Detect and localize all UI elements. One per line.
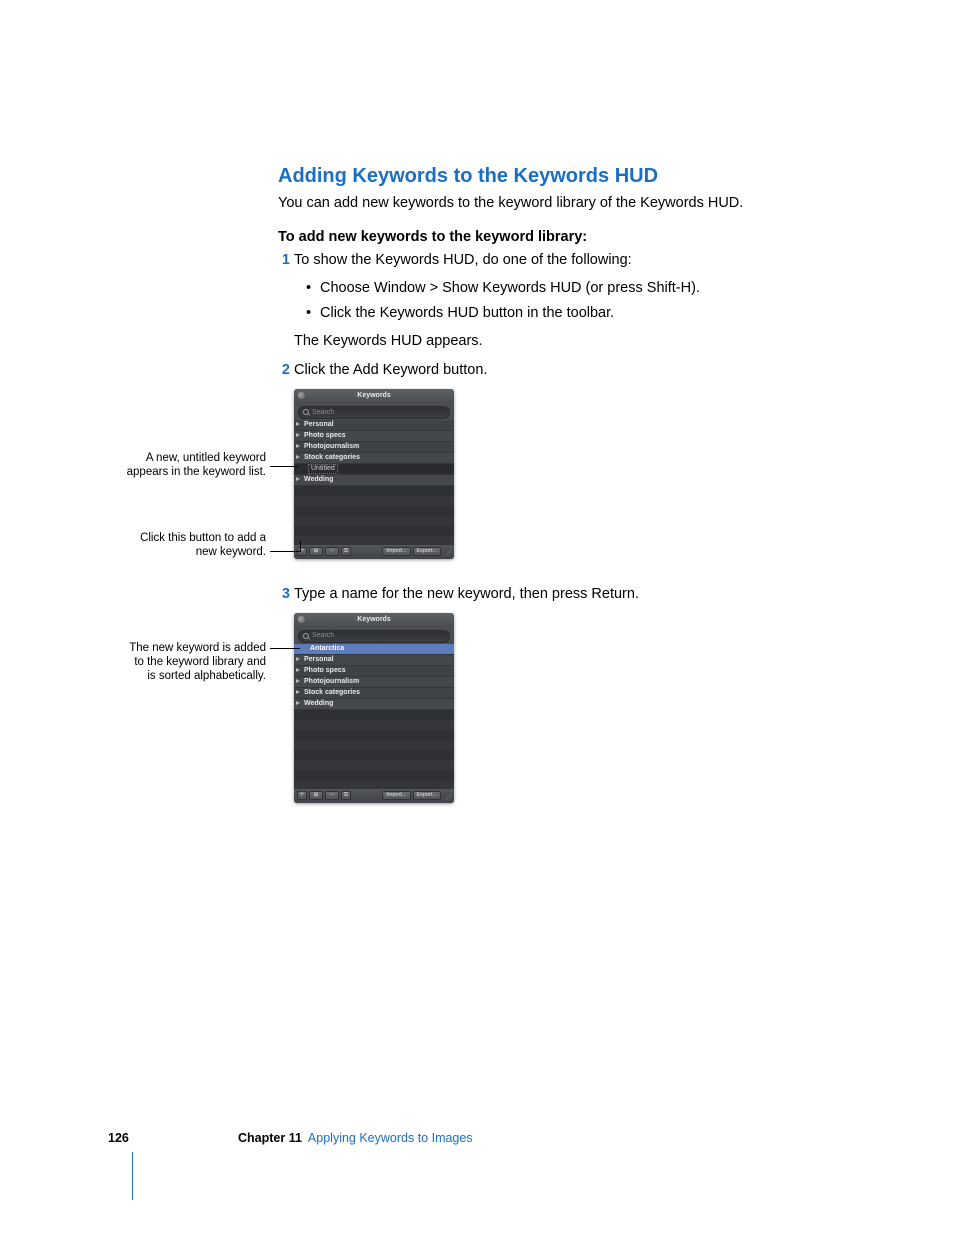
footer-rule (132, 1152, 133, 1200)
chapter-label: Chapter 11 (238, 1131, 302, 1145)
list-item[interactable]: Photo specs (294, 431, 454, 442)
search-icon (303, 633, 309, 639)
add-keyword-button[interactable]: ＋ (297, 791, 307, 800)
close-icon[interactable] (297, 391, 306, 400)
step-number: 3 (266, 585, 290, 605)
document-page: Adding Keywords to the Keywords HUD You … (0, 0, 954, 1235)
chapter-title: Applying Keywords to Images (308, 1131, 473, 1145)
export-button[interactable]: Export... (413, 547, 441, 556)
hud-search-placeholder: Search (312, 408, 334, 417)
triangle-icon (296, 657, 300, 661)
add-subkeyword-button[interactable]: ⊞ (309, 791, 323, 800)
resize-grip-icon[interactable] (443, 548, 451, 556)
triangle-icon (296, 477, 300, 481)
step-number: 1 (266, 251, 290, 271)
triangle-icon (296, 690, 300, 694)
triangle-icon (296, 455, 300, 459)
hud-title: Keywords (357, 616, 390, 623)
step-1-bullet-a: Choose Window > Show Keywords HUD (or pr… (306, 279, 838, 299)
figure-2: Keywords Search Antarctica Personal Phot… (294, 613, 838, 813)
step-number: 2 (266, 361, 290, 381)
step-3-text: Type a name for the new keyword, then pr… (294, 586, 639, 602)
step-2: 2 Click the Add Keyword button. Keywords… (278, 361, 838, 569)
step-2-text: Click the Add Keyword button. (294, 362, 487, 378)
hud-titlebar: Keywords (294, 613, 454, 627)
text-column: Adding Keywords to the Keywords HUD You … (278, 165, 838, 829)
hud-empty-area (294, 710, 454, 789)
import-button[interactable]: Import... (382, 547, 410, 556)
add-subkeyword-button[interactable]: ⊞ (309, 547, 323, 556)
hud-search-field[interactable]: Search (298, 406, 450, 419)
list-item[interactable]: Photojournalism (294, 677, 454, 688)
hud-keyword-list: Antarctica Personal Photo specs Photojou… (294, 644, 454, 710)
step-1-result: The Keywords HUD appears. (294, 332, 838, 352)
hud-body: Personal Photo specs Photojournalism Sto… (294, 419, 454, 545)
list-item[interactable]: Personal (294, 420, 454, 431)
keywords-hud: Keywords Search Antarctica Personal Phot… (294, 613, 454, 803)
remove-keyword-button[interactable]: − (325, 791, 339, 800)
lock-button[interactable]: ⚿ (341, 791, 351, 800)
triangle-icon (296, 444, 300, 448)
callout-text: The new keyword is added to the keyword … (126, 641, 266, 684)
import-button[interactable]: Import... (382, 791, 410, 800)
search-icon (303, 409, 309, 415)
resize-grip-icon[interactable] (443, 792, 451, 800)
intro-paragraph: You can add new keywords to the keyword … (278, 194, 838, 214)
hud-toolbar: ＋ ⊞ − ⚿ Import... Export... (294, 545, 454, 559)
triangle-icon (296, 422, 300, 426)
list-item[interactable]: Personal (294, 655, 454, 666)
hud-search-placeholder: Search (312, 631, 334, 640)
hud-keyword-list: Personal Photo specs Photojournalism Sto… (294, 420, 454, 486)
callout-line (270, 466, 298, 467)
callout-line (300, 541, 301, 552)
list-item[interactable]: Photo specs (294, 666, 454, 677)
list-item[interactable]: Wedding (294, 475, 454, 486)
list-item[interactable]: Stock categories (294, 453, 454, 464)
callout-text: Click this button to add a new keyword. (126, 531, 266, 560)
keywords-hud: Keywords Search Personal Photo specs Pho… (294, 389, 454, 559)
callout-line (270, 551, 300, 552)
export-button[interactable]: Export... (413, 791, 441, 800)
triangle-icon (296, 668, 300, 672)
list-item[interactable]: Wedding (294, 699, 454, 710)
steps-list: 1 To show the Keywords HUD, do one of th… (278, 251, 838, 812)
add-keyword-button[interactable]: ＋ (297, 547, 307, 556)
step-1-sublist: Choose Window > Show Keywords HUD (or pr… (306, 279, 838, 324)
list-item-editing[interactable]: Untitled (294, 464, 454, 475)
list-item[interactable]: Photojournalism (294, 442, 454, 453)
step-1-text: To show the Keywords HUD, do one of the … (294, 252, 632, 268)
callout-line (270, 648, 300, 649)
step-3: 3 Type a name for the new keyword, then … (278, 585, 838, 813)
page-footer: 126 Chapter 11 Applying Keywords to Imag… (108, 1131, 834, 1145)
hud-body: Antarctica Personal Photo specs Photojou… (294, 643, 454, 789)
lock-button[interactable]: ⚿ (341, 547, 351, 556)
hud-search-field[interactable]: Search (298, 630, 450, 643)
keyword-edit-field[interactable]: Untitled (308, 464, 338, 474)
step-1: 1 To show the Keywords HUD, do one of th… (278, 251, 838, 351)
remove-keyword-button[interactable]: − (325, 547, 339, 556)
hud-titlebar: Keywords (294, 389, 454, 403)
triangle-icon (296, 679, 300, 683)
hud-toolbar: ＋ ⊞ − ⚿ Import... Export... (294, 789, 454, 803)
callout-text: A new, untitled keyword appears in the k… (126, 451, 266, 480)
triangle-icon (296, 433, 300, 437)
list-item[interactable]: Stock categories (294, 688, 454, 699)
page-number: 126 (108, 1131, 238, 1145)
procedure-title: To add new keywords to the keyword libra… (278, 228, 838, 248)
list-item-selected[interactable]: Antarctica (294, 644, 454, 655)
figure-1: Keywords Search Personal Photo specs Pho… (294, 389, 838, 569)
hud-title: Keywords (357, 392, 390, 399)
close-icon[interactable] (297, 615, 306, 624)
triangle-icon (296, 701, 300, 705)
step-1-bullet-b: Click the Keywords HUD button in the too… (306, 304, 838, 324)
section-heading: Adding Keywords to the Keywords HUD (278, 165, 838, 188)
hud-empty-area (294, 486, 454, 545)
